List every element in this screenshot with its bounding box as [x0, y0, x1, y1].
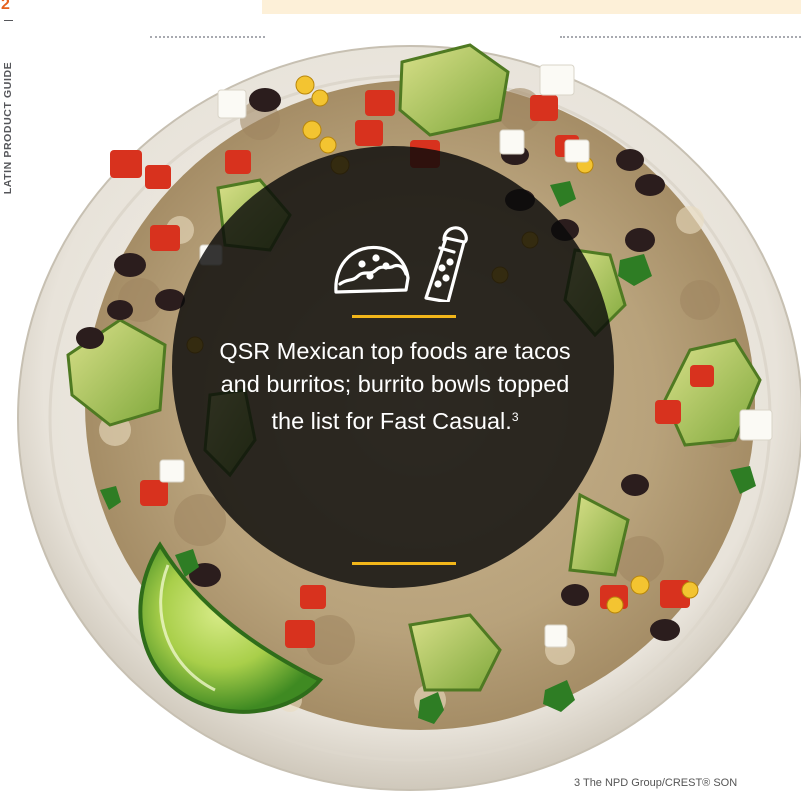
guide-title: LATIN PRODUCT GUIDE: [2, 61, 14, 195]
callout-text: QSR Mexican top foods are tacos and burr…: [214, 335, 576, 438]
footnote-reference: 3: [511, 410, 519, 424]
page-number: 2: [1, 0, 10, 13]
side-label-divider: [4, 20, 13, 21]
burrito-icon: [424, 226, 468, 302]
taco-icon: [334, 245, 410, 294]
source-footnote: 3 The NPD Group/CREST® SON: [574, 777, 738, 789]
gold-divider-bottom: [352, 562, 456, 565]
page-side-label: 2 LATIN PRODUCT GUIDE: [0, 0, 20, 250]
gold-divider-top: [352, 315, 456, 318]
food-icons: [334, 226, 468, 302]
